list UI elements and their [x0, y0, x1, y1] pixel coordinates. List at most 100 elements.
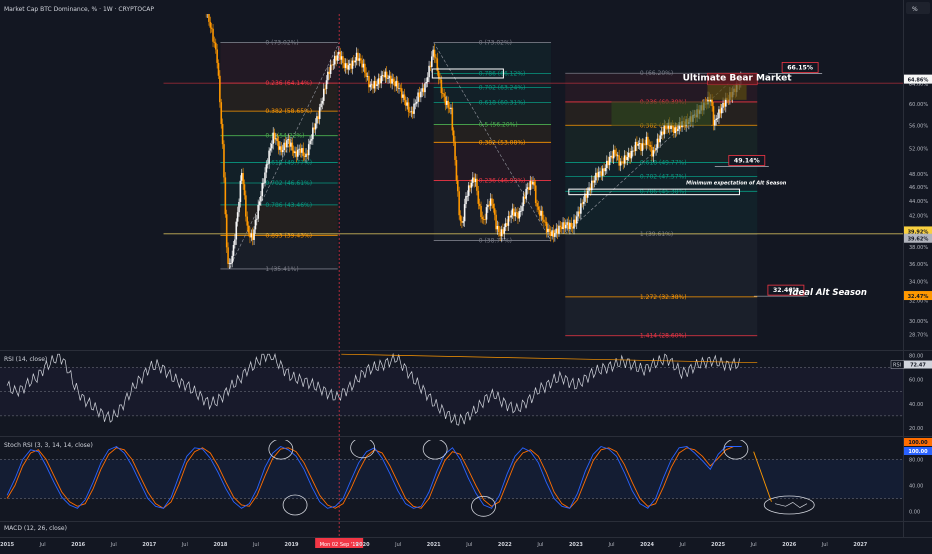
- candle-body: [322, 88, 325, 101]
- candle-body: [656, 138, 659, 149]
- candle-body: [458, 191, 460, 216]
- candle-body: [387, 78, 389, 80]
- candle-body: [214, 42, 217, 50]
- candle-body: [388, 75, 391, 79]
- candle-body: [671, 125, 674, 127]
- candle-body: [595, 172, 597, 181]
- candle-body: [420, 91, 422, 98]
- candle-body: [519, 211, 522, 212]
- candle-body: [711, 99, 713, 107]
- candle-body: [328, 71, 331, 75]
- candle-body: [675, 127, 678, 132]
- candle-body: [637, 144, 640, 146]
- candle-body: [504, 223, 507, 228]
- candle-body: [530, 181, 533, 185]
- time-axis-tick: 2015: [0, 542, 14, 548]
- fib-zone-band: [433, 142, 552, 181]
- candle-body: [619, 161, 622, 166]
- candle-body: [239, 180, 242, 202]
- chart-svg[interactable]: 0 (73.02%) 0.236 (64.14%) 0.382 (58.65%) 0.…: [0, 0, 932, 550]
- candle-body: [638, 143, 641, 145]
- fib-level-label: 0.702 (47.57%): [640, 174, 687, 181]
- candle-body: [611, 155, 614, 159]
- scale-mode-button[interactable]: [906, 2, 930, 14]
- candle-body: [565, 224, 567, 229]
- stoch-axis-tick: 40.00: [909, 484, 923, 490]
- candle-body: [474, 178, 477, 183]
- candle-body: [659, 135, 661, 143]
- candle-body: [677, 128, 679, 132]
- candle-body: [577, 211, 579, 217]
- fib-level-label: 0 (73.02%): [265, 40, 298, 47]
- candle-body: [385, 71, 388, 79]
- candle-body: [350, 63, 352, 69]
- candle-body: [426, 77, 429, 83]
- candle-body: [443, 93, 445, 97]
- candle-body: [446, 100, 448, 105]
- candle-body: [470, 182, 473, 188]
- last-price-text: 64.86%: [908, 78, 929, 84]
- time-axis-tick: Jul: [110, 542, 117, 548]
- candle-body: [262, 182, 265, 184]
- chart-stage[interactable]: 0 (73.02%) 0.236 (64.14%) 0.382 (58.65%) 0.…: [0, 0, 932, 550]
- candle-body: [391, 78, 393, 84]
- candle-body: [422, 88, 425, 93]
- candle-body: [647, 136, 649, 145]
- candle-body: [276, 138, 279, 142]
- time-axis-tick: 2016: [71, 542, 85, 548]
- fib-level-label: 1.414 (28.60%): [640, 333, 687, 340]
- stoch-axis-tick: 80.00: [909, 458, 923, 464]
- time-axis-tick: 2022: [498, 542, 512, 548]
- rsi-axis-tick: 40.00: [909, 402, 923, 408]
- time-axis-tick: Jul: [39, 542, 46, 548]
- candle-body: [614, 149, 616, 154]
- level-39-62-text: 39.62%: [908, 237, 929, 243]
- candle-body: [569, 222, 571, 229]
- candle-body: [448, 107, 451, 109]
- candle-body: [380, 75, 383, 84]
- candle-body: [406, 102, 408, 106]
- candle-body: [473, 177, 475, 183]
- candle-body: [601, 168, 604, 176]
- candle-body: [515, 212, 518, 214]
- candle-body: [525, 188, 527, 199]
- price-axis-tick: 56.00%: [909, 124, 928, 130]
- candle-body: [545, 221, 548, 233]
- candle-body: [511, 208, 514, 216]
- candle-body: [398, 88, 400, 90]
- candle-body: [418, 92, 421, 98]
- candle-body: [593, 180, 596, 183]
- candle-body: [506, 223, 508, 226]
- annotation-ideal-alt-season: Ideal Alt Season: [789, 288, 867, 298]
- candle-body: [372, 84, 374, 89]
- candle-body: [537, 206, 540, 210]
- candle-body: [488, 204, 491, 206]
- candle-body: [249, 232, 251, 238]
- fib-level-label: 1 (35.41%): [265, 266, 298, 273]
- candle-body: [228, 263, 231, 265]
- candle-body: [476, 178, 478, 191]
- candle-body: [539, 209, 541, 216]
- candle-body: [365, 72, 367, 77]
- candle-body: [599, 171, 601, 173]
- candle-body: [649, 145, 652, 147]
- candle-body: [433, 49, 436, 58]
- candle-body: [389, 75, 392, 84]
- price-axis-tick: 52.00%: [909, 147, 928, 153]
- candle-body: [417, 92, 419, 102]
- candle-body: [489, 198, 492, 206]
- candle-body: [243, 184, 246, 196]
- fib-level-label: 0.786 (66.12%): [479, 71, 526, 78]
- candle-body: [461, 221, 463, 223]
- candle-body: [374, 81, 377, 86]
- candle-body: [264, 172, 266, 183]
- rsi-axis-tick: 60.00: [909, 378, 923, 384]
- annotation-ultimate-bear: Ultimate Bear Market: [683, 73, 793, 83]
- candle-body: [275, 138, 277, 140]
- candle-body: [306, 153, 309, 156]
- candle-body: [582, 201, 585, 204]
- candle-body: [573, 219, 575, 229]
- candle-body: [541, 210, 544, 220]
- candle-body: [384, 71, 387, 78]
- bar-countdown: 1d 13h: [910, 85, 926, 91]
